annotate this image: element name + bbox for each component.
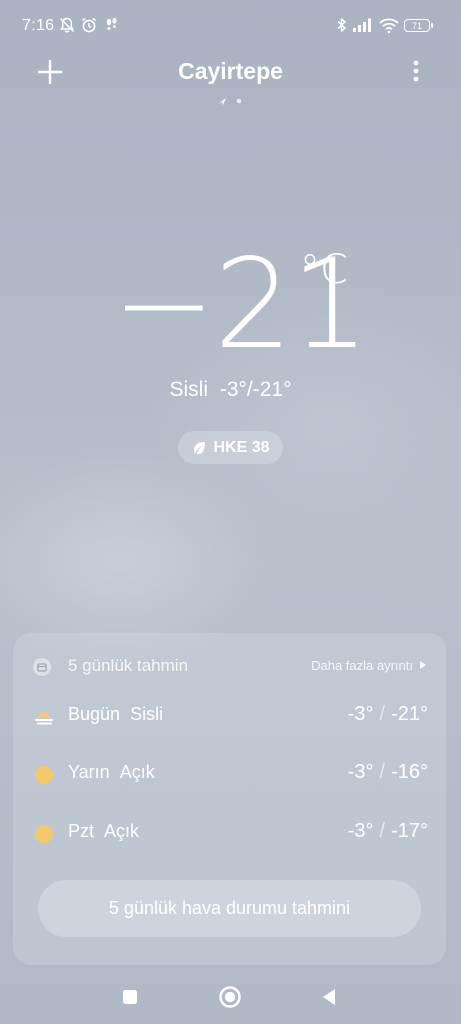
condition-text: Sisli bbox=[169, 378, 208, 401]
signal-icon bbox=[353, 18, 371, 32]
bell-off-icon bbox=[59, 17, 75, 33]
more-options-button[interactable] bbox=[404, 56, 428, 88]
air-quality-badge[interactable]: HKE 38 bbox=[178, 431, 283, 464]
navigation-bar bbox=[0, 970, 461, 1024]
home-button[interactable] bbox=[217, 984, 243, 1010]
more-details-link[interactable]: Daha fazla ayrıntı bbox=[311, 658, 426, 673]
status-time: 7:16 bbox=[22, 17, 55, 34]
sun-icon bbox=[35, 825, 53, 843]
forecast-title: 5 günlük tahmin bbox=[68, 656, 189, 675]
forecast-day: Pzt Açık bbox=[68, 821, 140, 841]
forecast-range: -3° / -17° bbox=[347, 820, 428, 842]
forecast-row[interactable]: Yarın Açık -3° / -16° bbox=[33, 760, 428, 790]
city-name[interactable]: Cayirtepe bbox=[0, 58, 461, 85]
alarm-icon bbox=[81, 17, 97, 33]
page-indicator bbox=[218, 98, 242, 105]
footsteps-icon bbox=[106, 17, 117, 30]
temperature-range: -3°/-21° bbox=[219, 378, 292, 401]
status-bar: 7:16 71 bbox=[0, 0, 461, 54]
five-day-forecast-button[interactable]: 5 günlük hava durumu tahmini bbox=[38, 880, 421, 937]
forecast-row[interactable]: Bugün Sisli -3° / -21° bbox=[33, 702, 428, 732]
forecast-range: -3° / -16° bbox=[347, 761, 428, 783]
forecast-card: 5 günlük tahmin Daha fazla ayrıntı Bugün… bbox=[13, 633, 446, 965]
current-temperature: −21 °C bbox=[112, 235, 372, 375]
back-button[interactable] bbox=[317, 984, 343, 1010]
sun-icon bbox=[35, 766, 53, 784]
wifi-icon bbox=[379, 18, 399, 34]
fog-icon bbox=[35, 712, 53, 725]
temperature-unit: °C bbox=[300, 247, 348, 293]
battery-icon: 71 bbox=[404, 19, 433, 32]
forecast-day: Bugün Sisli bbox=[68, 704, 164, 724]
forecast-header[interactable]: 5 günlük tahmin Daha fazla ayrıntı bbox=[33, 656, 432, 678]
recents-button[interactable] bbox=[117, 984, 143, 1010]
forecast-row[interactable]: Pzt Açık -3° / -17° bbox=[33, 819, 428, 849]
location-arrow-icon bbox=[218, 98, 226, 105]
bluetooth-icon bbox=[337, 18, 346, 32]
calendar-icon bbox=[33, 658, 51, 676]
aqi-label: HKE 38 bbox=[213, 438, 270, 456]
leaf-icon bbox=[194, 441, 206, 454]
current-condition: Sisli -3°/-21° bbox=[0, 378, 461, 402]
forecast-day: Yarın Açık bbox=[68, 762, 155, 782]
forecast-range: -3° / -21° bbox=[347, 703, 428, 725]
